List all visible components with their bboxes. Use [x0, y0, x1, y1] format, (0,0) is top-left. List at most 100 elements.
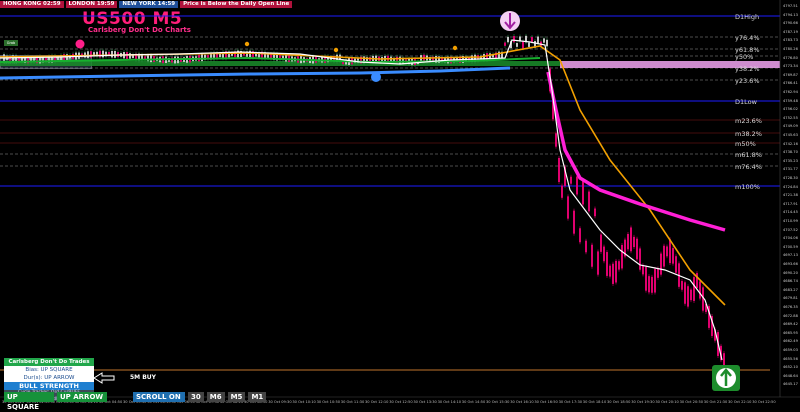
price-axis-label: 4697.13 — [783, 253, 798, 258]
time-axis-label: 30 Oct 21:30 — [703, 400, 728, 404]
candle-body — [600, 234, 602, 252]
candle-body — [669, 239, 671, 264]
price-axis-label: 4728.30 — [783, 176, 798, 180]
time-axis-label: 30 Oct 10:50 — [316, 400, 341, 404]
time-axis-label: 30 Oct 22:10 — [728, 400, 752, 404]
orange-signal-dot — [244, 41, 250, 47]
candle-body — [201, 54, 203, 62]
time-axis-label: 30 Oct 09:30 — [268, 400, 292, 404]
candle-body — [528, 42, 530, 47]
panel-strength: BULL STRENGTH — [4, 382, 94, 390]
candle-body — [102, 50, 104, 58]
level-label: y38.2% — [735, 65, 760, 73]
timeframe-m5-button[interactable]: M5 — [227, 392, 246, 402]
bottom-toolbar: UP SQUARE UP ARROW SCROLL ON 30 M6 M5 M1 — [4, 392, 267, 411]
level-label: m76.4% — [735, 163, 762, 171]
candle-body — [585, 240, 587, 253]
price-axis-label: 4724.84 — [783, 184, 798, 189]
candle-body — [573, 210, 575, 234]
level-label: D1Low — [735, 98, 757, 106]
time-axis-label: 30 Oct 11:30 — [340, 400, 365, 404]
price-axis-label: 4672.88 — [783, 313, 798, 318]
pink-signal-dot — [75, 39, 85, 49]
up-arrow-button[interactable]: UP ARROW — [57, 392, 107, 402]
candle-body — [645, 267, 647, 291]
price-axis-label: 4655.56 — [783, 356, 798, 361]
time-axis-label: 30 Oct 18:10 — [582, 400, 607, 404]
price-axis-label: 4645.17 — [783, 382, 798, 387]
price-axis-label: 4742.16 — [783, 141, 798, 146]
price-axis-label: 4738.70 — [783, 150, 798, 155]
time-axis-label: 30 Oct 14:50 — [461, 400, 486, 404]
orange-signal-dot-2 — [333, 47, 339, 53]
price-axis-label: 4707.52 — [783, 227, 798, 232]
price-axis-label: 4783.73 — [783, 38, 798, 43]
candle-body — [663, 245, 665, 267]
level-lines — [0, 15, 780, 187]
timeframe-30-button[interactable]: 30 — [188, 392, 204, 402]
price-axis-label: 4776.80 — [783, 55, 798, 60]
time-axis-label: 30 Oct 14:10 — [437, 400, 462, 404]
time-axis-label: 30 Oct 20:10 — [655, 400, 679, 404]
candle-body — [666, 246, 668, 257]
candle-body — [591, 244, 593, 267]
price-axis-label: 4749.09 — [783, 124, 798, 129]
candle-body — [633, 236, 635, 248]
price-axis-label: 4662.49 — [783, 339, 798, 344]
blue-signal-dot — [371, 72, 381, 82]
panel-header: Carlsberg Don't Do Trades — [4, 358, 94, 366]
time-axis-label: 30 Oct 16:50 — [534, 400, 558, 404]
candle-body — [579, 228, 581, 243]
buy-annotation: 5M BUY — [130, 374, 157, 381]
level-label: m100% — [735, 183, 760, 191]
candle-body — [627, 233, 629, 250]
up-square-button[interactable]: UP SQUARE — [4, 392, 54, 411]
price-axis-label: 4686.74 — [783, 279, 798, 284]
timeframe-m6-button[interactable]: M6 — [206, 392, 225, 402]
time-axis-label: 30 Oct 12:50 — [389, 400, 413, 404]
candle-body — [687, 286, 689, 307]
level-label: m23.6% — [735, 117, 762, 125]
price-axis-label: 4787.19 — [783, 29, 798, 34]
candle-body — [654, 268, 656, 293]
candle-body — [546, 39, 548, 47]
candle-body — [516, 43, 518, 47]
candle-body — [561, 185, 563, 198]
candle-body — [651, 276, 653, 293]
candle-body — [603, 246, 605, 262]
price-axis-label: 4717.91 — [783, 201, 798, 206]
price-chart[interactable] — [0, 0, 800, 407]
candle-body — [681, 281, 683, 290]
candle-body — [558, 158, 560, 182]
candle-body — [90, 51, 92, 58]
candle-body — [99, 50, 101, 58]
candle-body — [111, 50, 113, 58]
level-label: y76.4% — [735, 34, 760, 42]
timeframe-m1-button[interactable]: M1 — [248, 392, 267, 402]
candle-body — [537, 36, 539, 44]
time-axis-label: 30 Oct 12:10 — [365, 400, 389, 404]
candle-body — [615, 260, 617, 283]
candle-body — [675, 256, 677, 273]
price-axis-label: 4690.20 — [783, 270, 798, 275]
candle-body — [576, 176, 578, 195]
candle-body — [684, 282, 686, 304]
candle-body — [588, 191, 590, 212]
blue-moving-average — [0, 66, 511, 80]
price-axis-label: 4693.66 — [783, 262, 798, 266]
price-axis-label: 4762.94 — [783, 90, 798, 94]
candle-body — [612, 263, 614, 284]
price-axis-label: 4745.63 — [783, 133, 798, 137]
price-axis-label: 4714.45 — [783, 210, 798, 215]
time-axis-label: 30 Oct 22:50 — [752, 400, 776, 404]
candles — [3, 33, 725, 373]
candle-body — [513, 36, 515, 43]
left-arrow-icon — [93, 372, 115, 384]
time-axis-label: 30 Oct 15:30 — [486, 400, 510, 404]
time-axis-label: 30 Oct 18:50 — [607, 400, 631, 404]
candle-body — [636, 238, 638, 260]
price-axis-label: 4679.81 — [783, 296, 798, 301]
scroll-on-button[interactable]: SCROLL ON — [133, 392, 185, 402]
price-axis-label: 4652.10 — [783, 365, 798, 370]
candle-body — [657, 268, 659, 278]
